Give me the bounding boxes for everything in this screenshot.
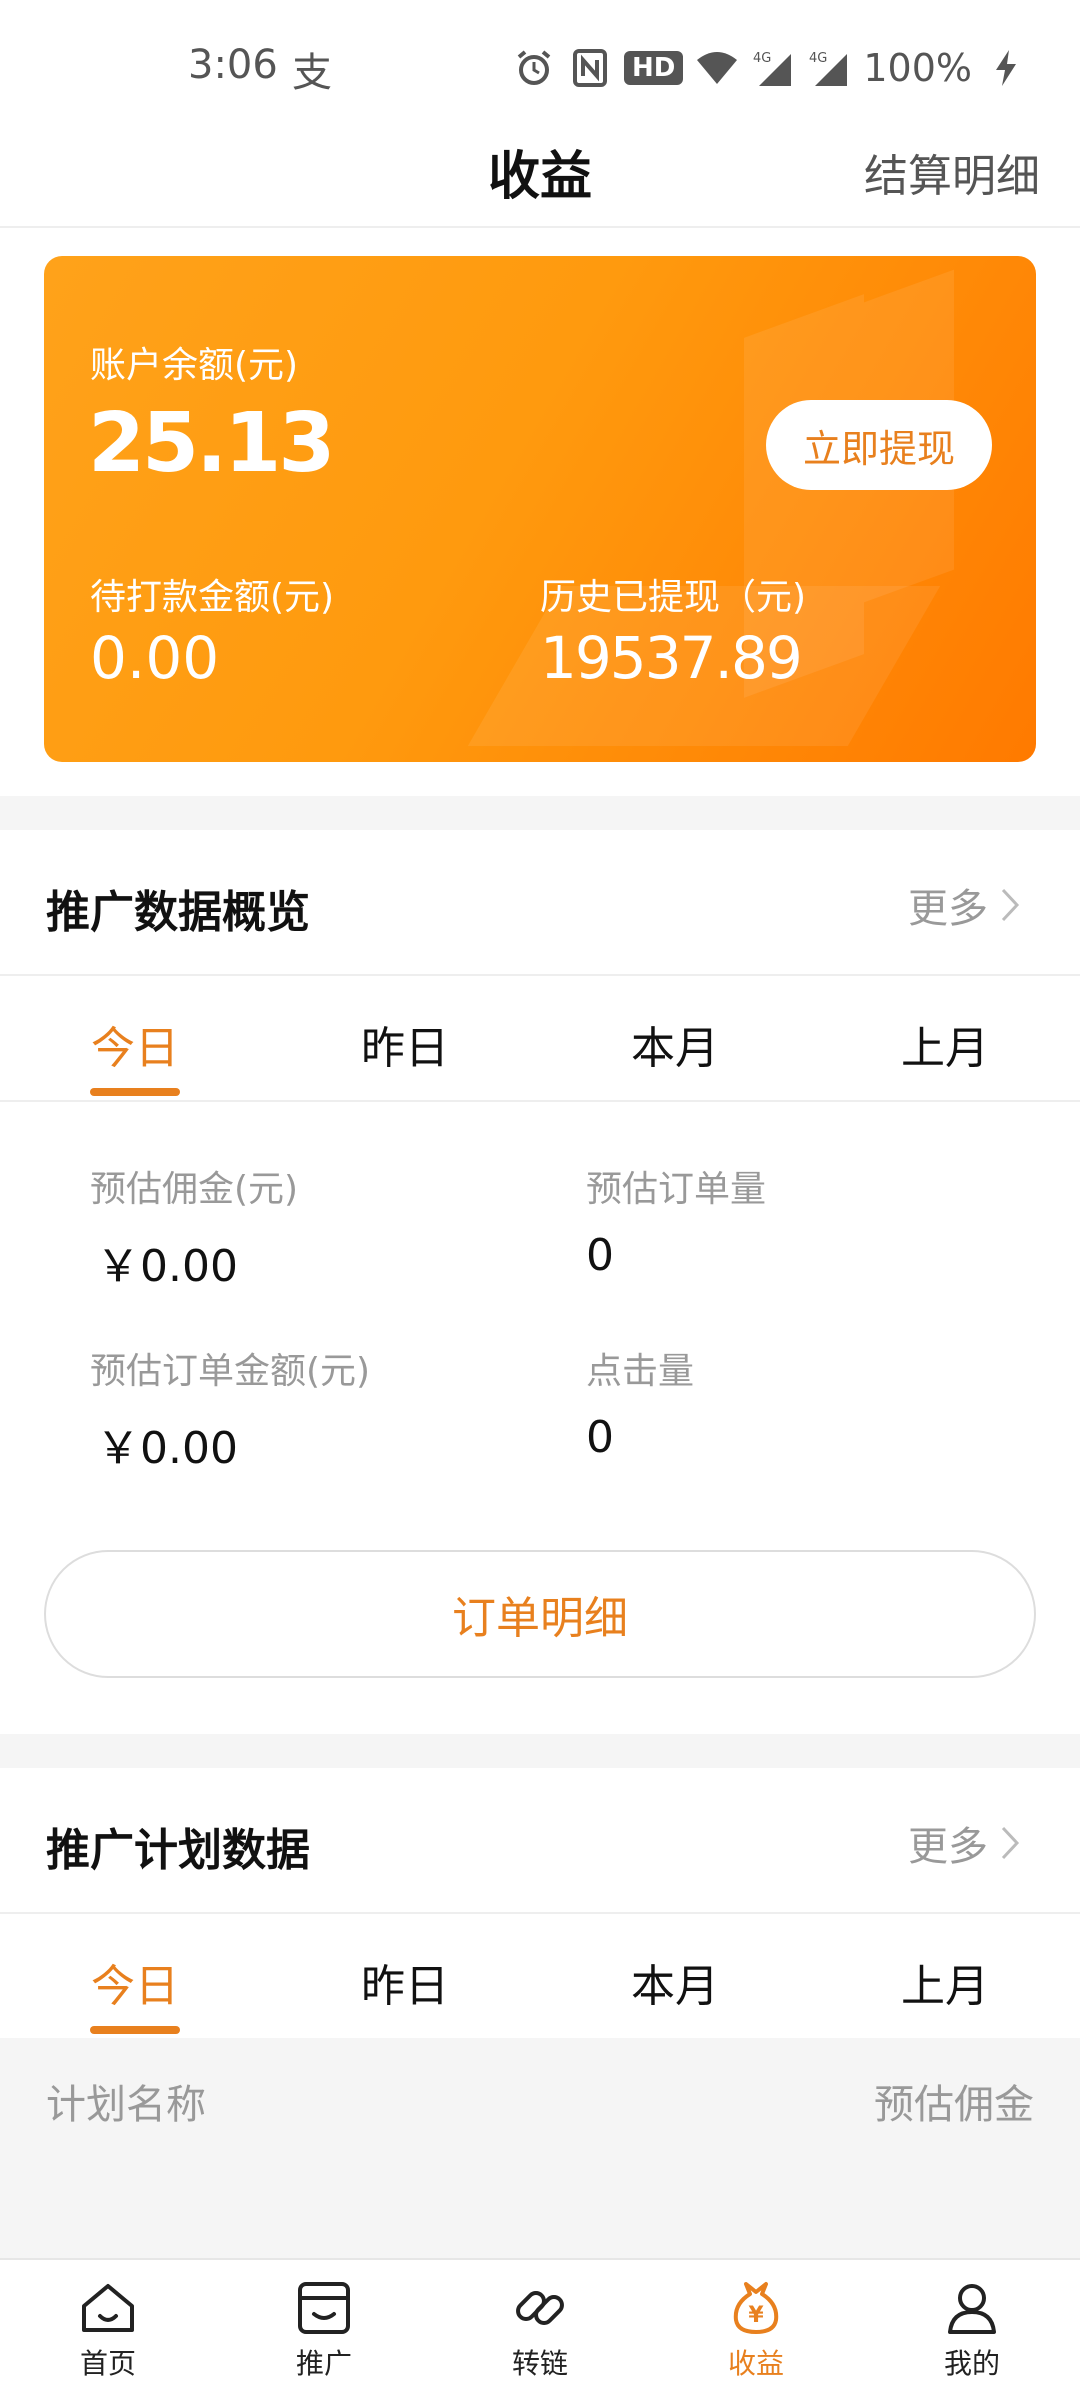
column-plan-name: 计划名称 (46, 2082, 206, 2128)
signal-4g-icon-2: 4G (807, 46, 851, 90)
pending-amount-value: 0.00 (90, 624, 220, 692)
order-detail-button[interactable]: 订单明细 (44, 1550, 1036, 1678)
tab-this-month[interactable]: 本月 (540, 1914, 810, 2038)
charging-icon (984, 46, 1028, 90)
nfc-icon (568, 46, 612, 90)
tab-this-month[interactable]: 本月 (540, 976, 810, 1100)
svg-text:4G: 4G (809, 51, 827, 66)
wifi-icon (695, 46, 739, 90)
overview-tabs: 今日 昨日 本月 上月 (0, 976, 1080, 1100)
bottom-nav: 首页 推广 转链 ¥ 收益 我的 (0, 2258, 1080, 2400)
money-bag-icon: ¥ (733, 2282, 779, 2334)
stat-label-estimated-order-amount: 预估订单金额(元) (90, 1351, 371, 1392)
balance-card: 账户余额(元) 25.13 立即提现 待打款金额(元) 0.00 历史已提现（元… (44, 256, 1036, 762)
hd-voice-icon: HD (624, 51, 684, 85)
pending-amount-label: 待打款金额(元) (90, 577, 335, 618)
nav-convert-link[interactable]: 转链 (432, 2260, 648, 2400)
stat-label-clicks: 点击量 (586, 1351, 695, 1392)
alarm-icon (512, 46, 556, 90)
signal-4g-icon: 4G (751, 46, 795, 90)
earnings-page: 3:06 支 HD 4G 4G 100% 收益 结算明细 账户余额(元) 25.… (0, 0, 1080, 2400)
divider (0, 1100, 1080, 1102)
nav-home[interactable]: 首页 (0, 2260, 216, 2400)
nav-label: 转链 (511, 2347, 568, 2380)
active-tab-indicator (90, 2026, 180, 2034)
stat-value-estimated-commission: ￥0.00 (96, 1241, 238, 1292)
history-withdrawn-label: 历史已提现（元) (540, 577, 807, 618)
tab-today[interactable]: 今日 (0, 1914, 270, 2038)
stat-label-estimated-orders: 预估订单量 (586, 1169, 767, 1210)
balance-value: 25.13 (88, 396, 335, 491)
svg-text:4G: 4G (753, 51, 771, 66)
plan-section: 推广计划数据 更多 今日 昨日 本月 上月 (0, 1768, 1080, 2038)
stat-value-estimated-order-amount: ￥0.00 (96, 1423, 238, 1474)
tab-today[interactable]: 今日 (0, 976, 270, 1100)
status-bar: 3:06 支 HD 4G 4G 100% (0, 0, 1080, 120)
tab-yesterday[interactable]: 昨日 (270, 976, 540, 1100)
settlement-detail-link[interactable]: 结算明细 (864, 140, 1040, 204)
column-estimated-commission: 预估佣金 (874, 2082, 1034, 2128)
status-icons: HD 4G 4G 100% (512, 40, 1028, 96)
overview-title: 推广数据概览 (46, 887, 310, 938)
user-icon (948, 2284, 996, 2334)
nav-label: 推广 (295, 2347, 352, 2380)
stat-value-estimated-orders: 0 (586, 1230, 614, 1281)
chevron-right-icon (1001, 888, 1020, 922)
chevron-right-icon (1001, 1826, 1020, 1860)
more-label: 更多 (908, 1824, 988, 1870)
withdraw-button[interactable]: 立即提现 (766, 400, 992, 490)
nav-label: 我的 (943, 2347, 1000, 2380)
plan-title: 推广计划数据 (46, 1825, 310, 1876)
nav-profile[interactable]: 我的 (864, 2260, 1080, 2400)
svg-text:¥: ¥ (748, 2303, 764, 2328)
tab-last-month[interactable]: 上月 (810, 1914, 1080, 2038)
plan-more-link[interactable]: 更多 (908, 1814, 1020, 1872)
home-icon (82, 2284, 134, 2332)
nav-label: 收益 (727, 2347, 784, 2380)
store-icon (298, 2282, 350, 2334)
tab-last-month[interactable]: 上月 (810, 976, 1080, 1100)
overview-more-link[interactable]: 更多 (908, 876, 1020, 934)
nav-label: 首页 (79, 2347, 136, 2380)
plan-tabs: 今日 昨日 本月 上月 (0, 1914, 1080, 2038)
balance-label: 账户余额(元) (90, 345, 299, 386)
nav-earnings[interactable]: ¥ 收益 (648, 2260, 864, 2400)
more-label: 更多 (908, 886, 988, 932)
stat-value-clicks: 0 (586, 1412, 614, 1463)
history-withdrawn-value: 19537.89 (540, 624, 803, 692)
page-header: 收益 结算明细 (0, 120, 1080, 228)
active-tab-indicator (90, 1088, 180, 1096)
battery-level: 100% (863, 46, 972, 90)
alipay-icon: 支 (292, 50, 332, 96)
tab-yesterday[interactable]: 昨日 (270, 1914, 540, 2038)
plan-table-header: 计划名称 预估佣金 (0, 2038, 1080, 2258)
status-time: 3:06 (188, 42, 278, 88)
nav-promote[interactable]: 推广 (216, 2260, 432, 2400)
stat-label-estimated-commission: 预估佣金(元) (90, 1169, 299, 1210)
link-icon (516, 2291, 564, 2325)
